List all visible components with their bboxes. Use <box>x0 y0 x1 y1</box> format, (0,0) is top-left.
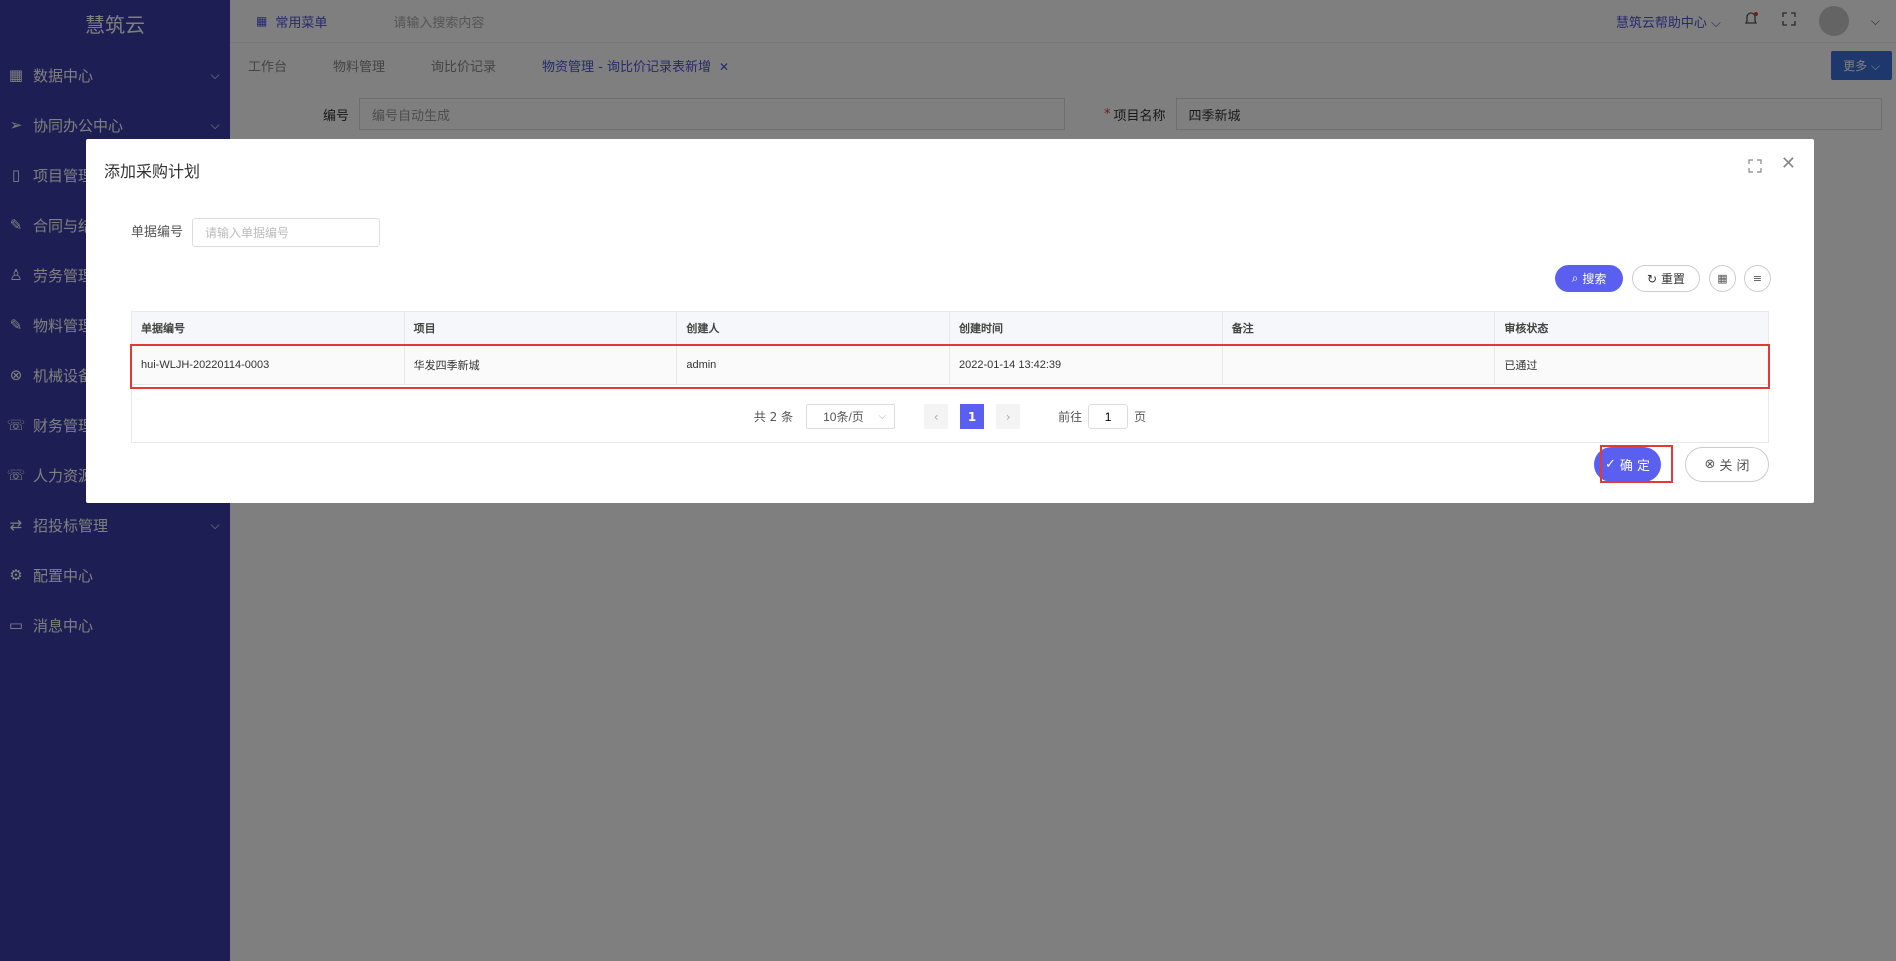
doc-number-input[interactable] <box>192 218 380 247</box>
dialog-title: 添加采购计划 <box>104 162 201 181</box>
reset-button-label: 重置 <box>1661 272 1686 286</box>
reset-button[interactable]: ↻ 重置 <box>1632 265 1700 292</box>
grid-icon: ▦ <box>1717 272 1728 285</box>
close-dialog-button[interactable]: ⊗ 关 闭 <box>1685 447 1769 482</box>
refresh-icon: ↻ <box>1646 271 1658 286</box>
chevron-down-icon: ⌵ <box>878 411 887 422</box>
page-number-button[interactable]: 1 <box>960 404 985 429</box>
column-header: 备注 <box>1223 312 1496 344</box>
close-icon[interactable]: ✕ <box>1781 153 1796 174</box>
filter-settings-button[interactable]: ≡ <box>1744 265 1771 292</box>
column-header: 创建人 <box>677 312 951 344</box>
pagination: 共 2 条 10条/页 ⌵ ‹ 1 › 前往 页 <box>131 391 1769 443</box>
maximize-icon[interactable] <box>1748 159 1762 173</box>
search-button-label: 搜索 <box>1582 272 1607 286</box>
goto-page-input[interactable] <box>1088 404 1129 429</box>
column-settings-button[interactable]: ▦ <box>1709 265 1736 292</box>
search-button[interactable]: ⌕ 搜索 <box>1555 265 1623 292</box>
column-header: 项目 <box>405 312 678 344</box>
column-header: 创建时间 <box>950 312 1223 344</box>
sliders-icon: ≡ <box>1752 272 1763 285</box>
next-page-button[interactable]: › <box>996 404 1021 429</box>
row-highlight-box <box>130 344 1770 389</box>
column-header: 审核状态 <box>1504 323 1549 335</box>
total-count: 共 2 条 <box>753 410 794 424</box>
goto-label: 前往 <box>1058 410 1083 424</box>
close-button-label: 关 闭 <box>1719 459 1750 474</box>
circle-x-icon: ⊗ <box>1704 457 1716 472</box>
page-size-value: 10条/页 <box>823 410 864 424</box>
table-header: 单据编号 项目 创建人 创建时间 备注 审核状态 <box>132 312 1768 344</box>
column-header: 单据编号 <box>132 312 405 344</box>
search-icon: ⌕ <box>1571 271 1579 285</box>
prev-page-button[interactable]: ‹ <box>924 404 949 429</box>
filter-label: 单据编号 <box>131 225 184 240</box>
confirm-highlight-box <box>1600 445 1673 483</box>
page-size-select[interactable]: 10条/页 ⌵ <box>806 404 896 429</box>
page-suffix: 页 <box>1134 410 1147 424</box>
add-purchase-plan-dialog: 添加采购计划 ✕ 单据编号 ⌕ 搜索 ↻ 重置 ▦ ≡ 单据编号 项目 创建人 … <box>86 139 1814 503</box>
